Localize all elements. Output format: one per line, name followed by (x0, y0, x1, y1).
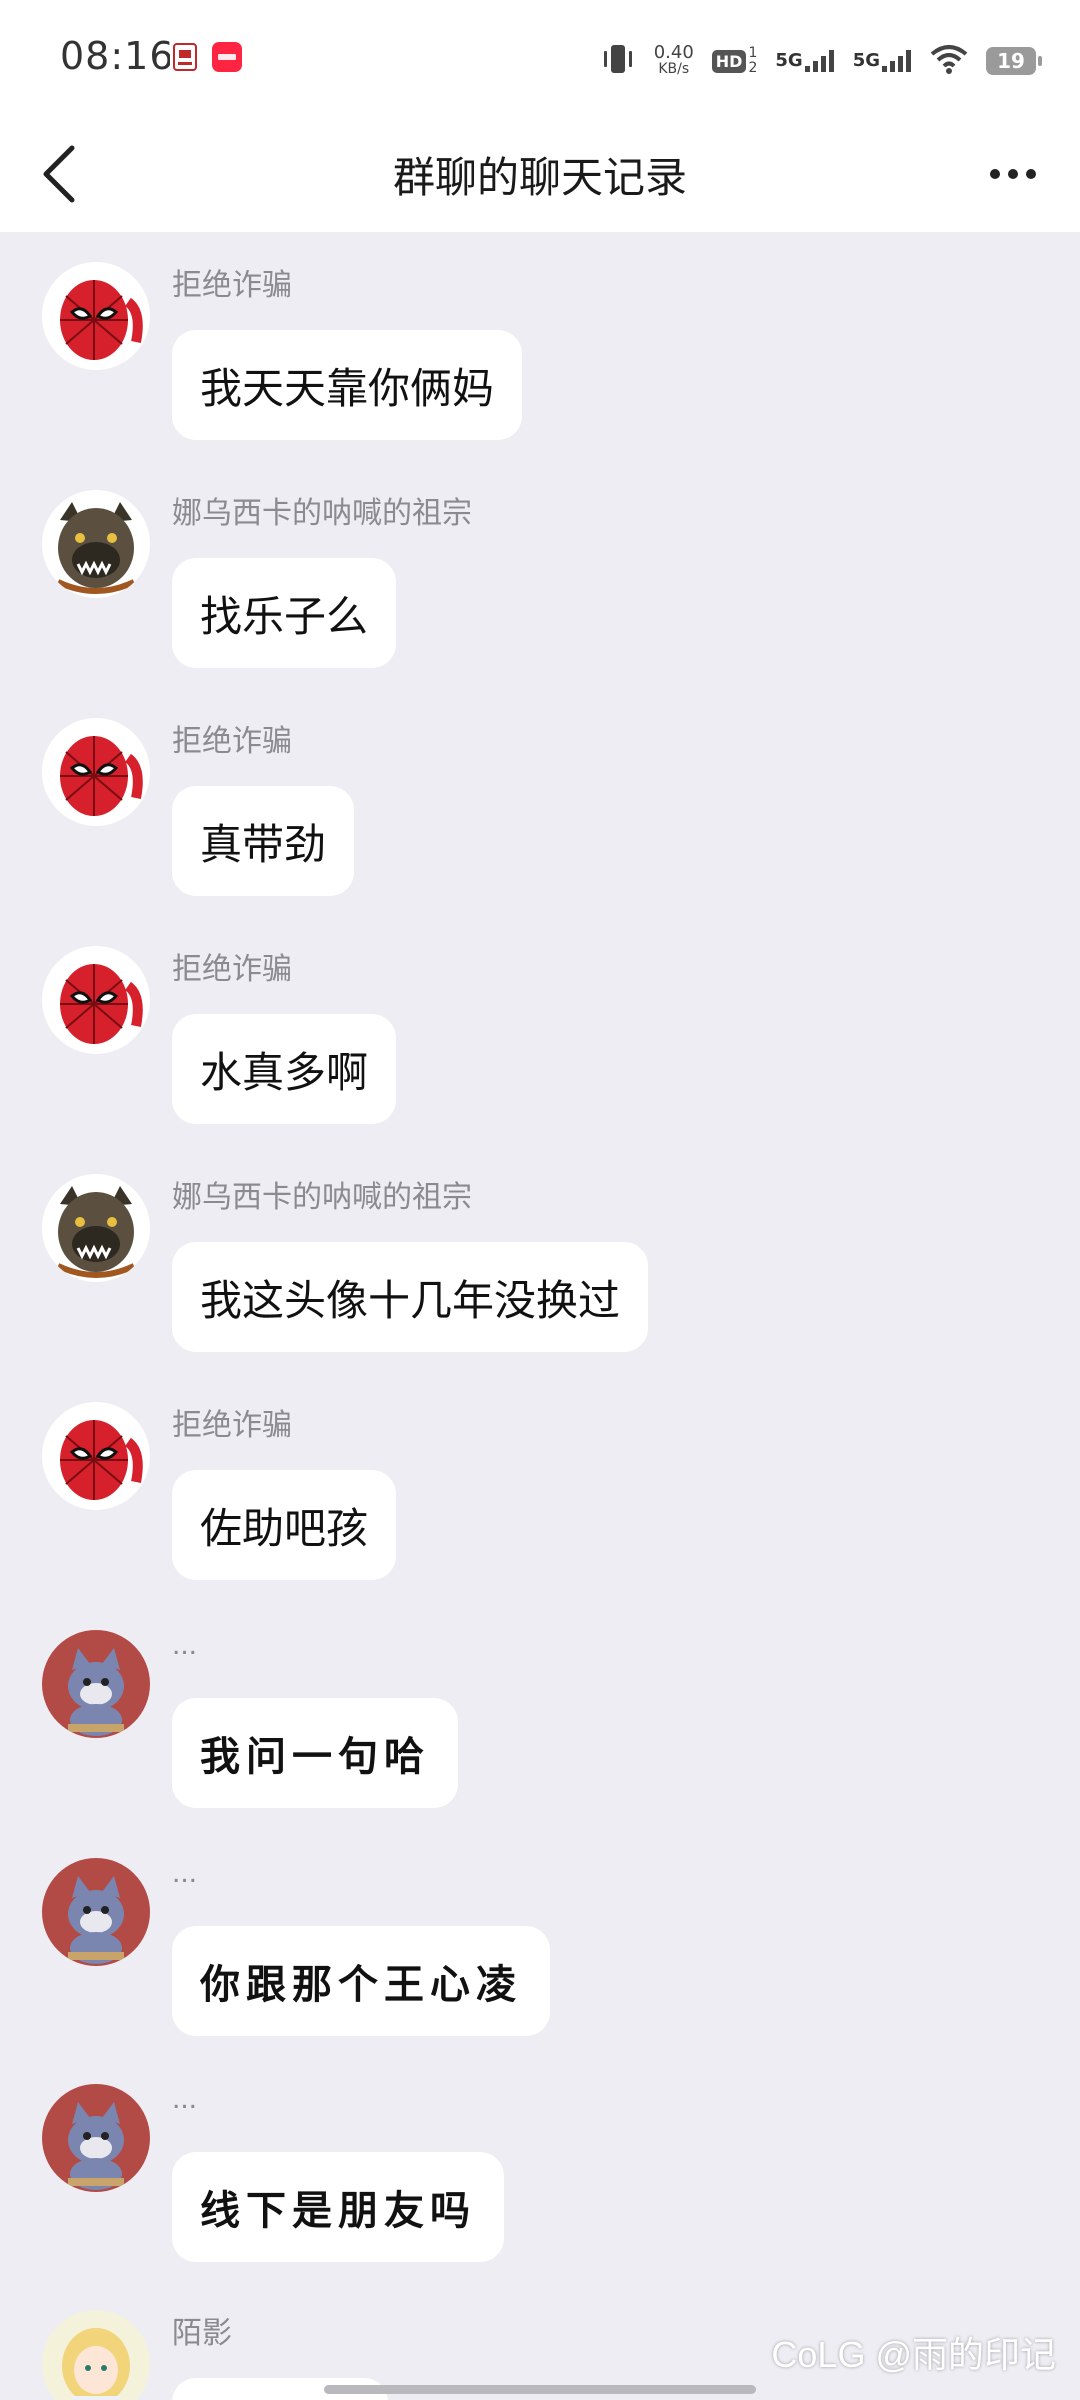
bulldog-avatar[interactable] (42, 1174, 150, 1282)
message-bubble[interactable]: 我问一句哈 (172, 1698, 458, 1808)
message-item: ... 线下是朋友吗 (0, 2054, 1080, 2282)
sender-name: 拒绝诈骗 (172, 953, 292, 986)
message-bubble[interactable]: 我天天靠你俩妈 (172, 330, 523, 440)
xiaohongshu-icon (212, 42, 242, 72)
sender-name: ... (172, 2082, 198, 2115)
tom-cat-avatar[interactable] (42, 2084, 150, 2192)
wifi-icon (930, 44, 968, 78)
message-item: ... 我问一句哈 (0, 1600, 1080, 1828)
net-speed: 0.40 KB/s (654, 44, 694, 78)
sender-name: 拒绝诈骗 (172, 269, 292, 302)
status-icons: 0.40 KB/s HD 12 5G 5G 19 (600, 36, 1042, 86)
spiderman-avatar[interactable] (42, 946, 150, 1054)
spiderman-avatar[interactable] (42, 1402, 150, 1510)
message-item: 娜乌西卡的呐喊的祖宗 找乐子么 (0, 460, 1080, 688)
sim1-label: 5G (775, 50, 803, 71)
message-item: 拒绝诈骗 水真多啊 (0, 916, 1080, 1144)
home-indicator[interactable] (324, 2385, 756, 2394)
message-bubble[interactable]: 线下是朋友吗 (172, 2152, 504, 2262)
sender-name: 娜乌西卡的呐喊的祖宗 (172, 1181, 472, 1214)
chat-history-list[interactable]: 拒绝诈骗 我天天靠你俩妈 娜乌西卡的呐喊的祖宗 找乐子么 拒绝诈骗 真带劲 拒绝… (0, 232, 1080, 2400)
spiderman-avatar[interactable] (42, 718, 150, 826)
net-speed-value: 0.40 (653, 42, 694, 63)
anime-girl-avatar[interactable] (42, 2310, 150, 2400)
sender-name: ... (172, 1628, 198, 1661)
message-item: 拒绝诈骗 佐助吧孩 (0, 1372, 1080, 1600)
sender-name: 娜乌西卡的呐喊的祖宗 (172, 497, 472, 530)
sender-name: 拒绝诈骗 (172, 1409, 292, 1442)
tom-cat-avatar[interactable] (42, 1630, 150, 1738)
message-bubble[interactable]: 真带劲 (172, 786, 355, 896)
message-bubble[interactable]: 佐助吧孩 (172, 1470, 397, 1580)
sender-name: ... (172, 1856, 198, 1889)
signal-icon-sim2: 5G (853, 50, 912, 72)
vibrate-icon (600, 42, 636, 80)
message-item: 娜乌西卡的呐喊的祖宗 我这头像十几年没换过 (0, 1144, 1080, 1372)
more-button[interactable] (976, 146, 1050, 202)
app-notification-icon-1 (170, 42, 200, 72)
message-bubble[interactable]: 找乐子么 (172, 558, 397, 668)
status-time: 08:16 (60, 34, 175, 78)
net-speed-unit: KB/s (658, 61, 690, 77)
watermark: CoLG @雨的印记 (771, 2334, 1056, 2375)
message-item: 拒绝诈骗 我天天靠你俩妈 (0, 232, 1080, 460)
message-bubble[interactable]: 水真多啊 (172, 1014, 397, 1124)
tom-cat-avatar[interactable] (42, 1858, 150, 1966)
status-bar: 08:16 0.40 KB/s HD 12 5G 5G 19 (0, 0, 1080, 116)
page-title: 群聊的聊天记录 (392, 154, 687, 201)
message-item: ... 你跟那个王心凌 (0, 1828, 1080, 2056)
top-nav-bar: 群聊的聊天记录 (0, 116, 1080, 232)
signal-icon-sim1: 5G (775, 50, 834, 72)
sender-name: 陌影 (172, 2317, 232, 2350)
message-bubble[interactable]: 你跟那个王心凌 (172, 1926, 550, 2036)
bulldog-avatar[interactable] (42, 490, 150, 598)
more-dots-icon (990, 169, 1000, 179)
spiderman-avatar[interactable] (42, 262, 150, 370)
battery-icon: 19 (986, 47, 1042, 75)
hd-icon: HD 12 (711, 46, 757, 76)
sim2-label: 5G (852, 50, 880, 71)
sender-name: 拒绝诈骗 (172, 725, 292, 758)
message-bubble[interactable]: 我这头像十几年没换过 (172, 1242, 649, 1352)
message-item: 拒绝诈骗 真带劲 (0, 688, 1080, 916)
hd-label: HD (711, 49, 747, 73)
